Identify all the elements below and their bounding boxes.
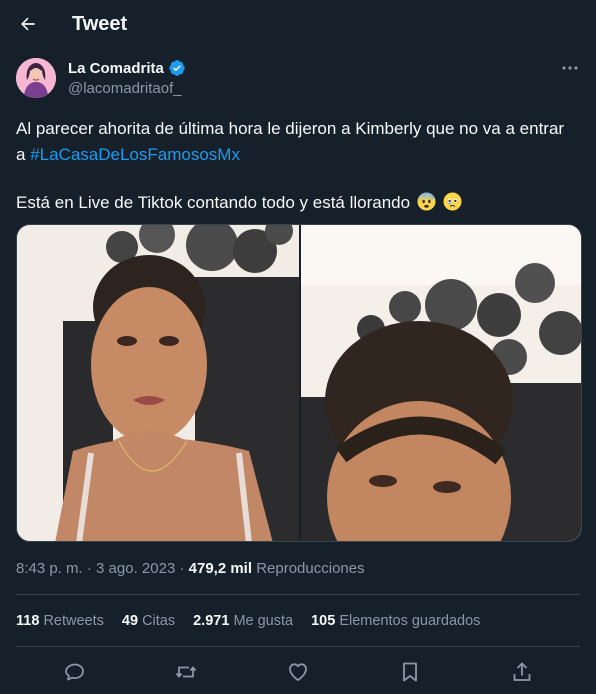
author-handle[interactable]: @lacomadritaof_ bbox=[68, 80, 182, 97]
page-title: Tweet bbox=[72, 13, 128, 35]
meta-separator: · bbox=[179, 560, 185, 577]
stat-count: 118 bbox=[16, 613, 40, 629]
stat-label: Me gusta bbox=[233, 613, 294, 629]
hashtag-link[interactable]: #LaCasaDeLosFamososMx bbox=[30, 145, 240, 164]
more-options-icon[interactable] bbox=[560, 58, 580, 78]
stat-label: Citas bbox=[142, 613, 176, 629]
views-count: 479,2 mil bbox=[188, 560, 253, 577]
author-name[interactable]: La Comadrita bbox=[68, 60, 164, 77]
tweet-line-1: Al parecer ahorita de última hora le dij… bbox=[16, 119, 565, 138]
tweet-stats: 118 Retweets 49 Citas 2.971 Me gusta 105… bbox=[16, 613, 480, 629]
views-label: Reproducciones bbox=[256, 560, 365, 577]
stat-count: 49 bbox=[121, 613, 139, 629]
tweet-line-3: Está en Live de Tiktok contando todo y e… bbox=[16, 193, 411, 212]
retweet-icon[interactable] bbox=[174, 660, 198, 684]
bookmark-icon[interactable] bbox=[398, 660, 422, 684]
stat-label: Elementos guardados bbox=[339, 613, 481, 629]
stat-retweets[interactable]: 118 Retweets bbox=[16, 613, 104, 629]
tweet-author: La Comadrita @lacomadritaof_ bbox=[16, 56, 580, 102]
verified-badge-icon bbox=[169, 59, 185, 77]
tweet-media[interactable] bbox=[16, 224, 582, 542]
like-icon[interactable] bbox=[286, 660, 310, 684]
tweet-line-2-prefix: a bbox=[16, 145, 31, 164]
tweet-time[interactable]: 8:43 p. m. bbox=[16, 560, 83, 577]
back-arrow-icon[interactable] bbox=[14, 10, 42, 38]
reply-icon[interactable] bbox=[63, 660, 87, 684]
avatar[interactable] bbox=[16, 58, 56, 98]
tweet-meta: 8:43 p. m. · 3 ago. 2023 · 479,2 mil Rep… bbox=[16, 560, 365, 577]
stat-count: 105 bbox=[311, 613, 336, 629]
anxious-face-emoji-icon bbox=[417, 192, 436, 211]
tweet-photo-2[interactable] bbox=[301, 225, 581, 541]
tweet-header: Tweet bbox=[0, 0, 596, 48]
meta-separator: · bbox=[86, 560, 92, 577]
tweet-photo-1[interactable] bbox=[17, 225, 299, 541]
stat-likes[interactable]: 2.971 Me gusta bbox=[193, 613, 293, 629]
stat-label: Retweets bbox=[43, 613, 104, 629]
face-holding-back-tears-emoji-icon bbox=[443, 192, 462, 211]
tweet-actions bbox=[0, 656, 596, 690]
stat-bookmarks[interactable]: 105 Elementos guardados bbox=[311, 613, 480, 629]
stat-quotes[interactable]: 49 Citas bbox=[122, 613, 175, 629]
share-icon[interactable] bbox=[510, 660, 534, 684]
divider bbox=[16, 594, 580, 595]
stat-count: 2.971 bbox=[193, 613, 230, 629]
tweet-text: Al parecer ahorita de última hora le dij… bbox=[16, 116, 576, 216]
divider bbox=[16, 646, 580, 647]
tweet-date[interactable]: 3 ago. 2023 bbox=[96, 560, 175, 577]
